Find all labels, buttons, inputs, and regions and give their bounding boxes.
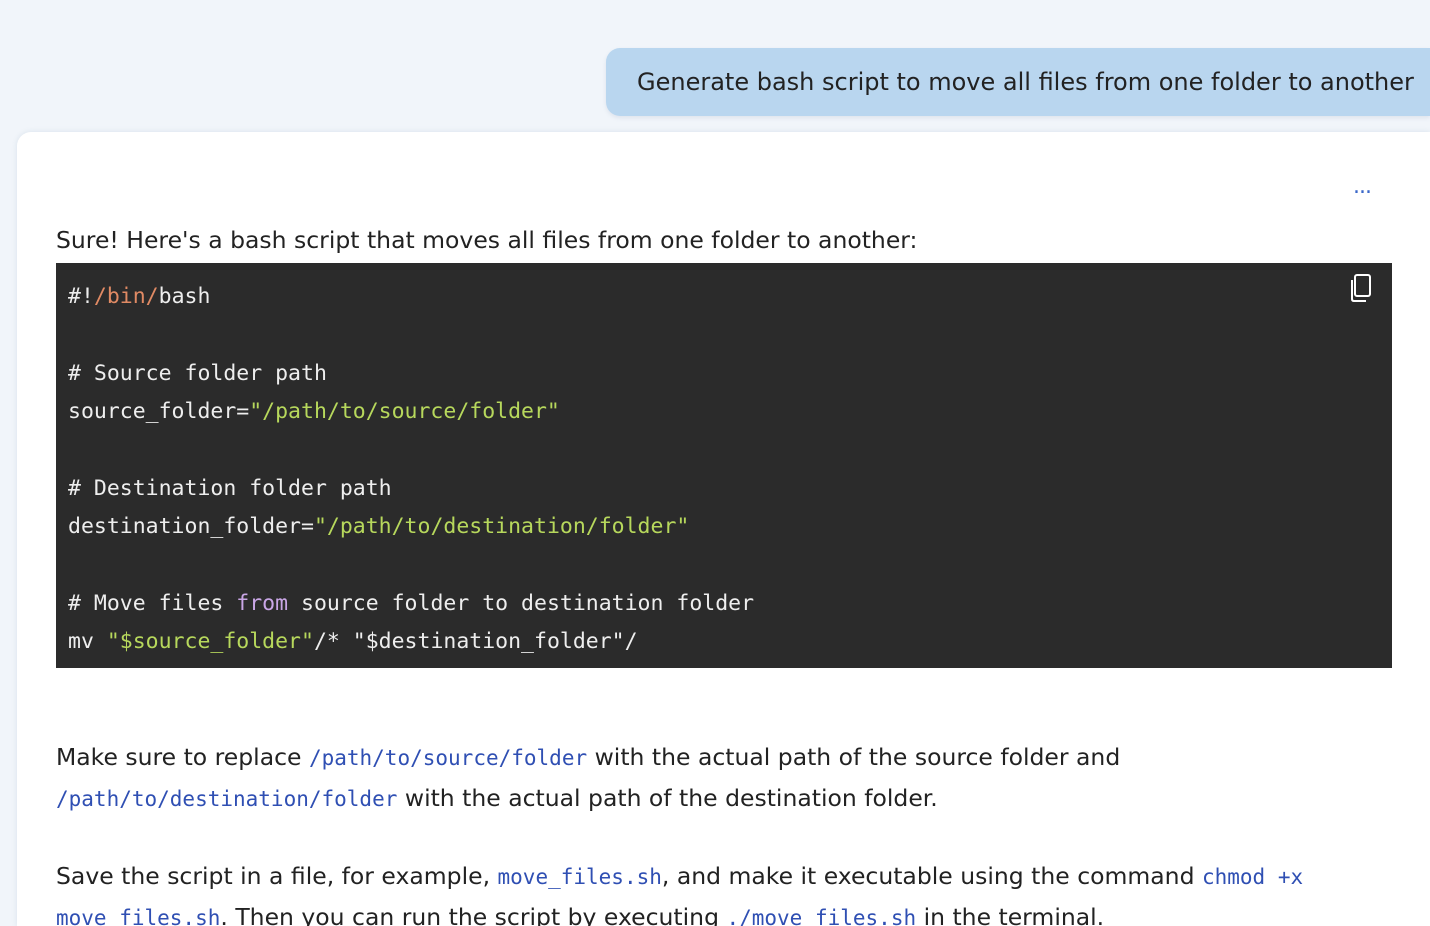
code-line: destination_folder="/path/to/destination… [68,508,754,546]
inline-code: /path/to/destination/folder [56,787,398,811]
assistant-intro-text: Sure! Here's a bash script that moves al… [56,226,918,254]
paragraph-line: Save the script in a file, for example, … [56,856,1303,897]
code-token: from [236,590,289,616]
code-token: source_folder= [68,398,250,424]
inline-code: move_files.sh [56,906,221,926]
explanation-paragraph-1: Make sure to replace /path/to/source/fol… [56,737,1120,819]
code-token: "$source_folder" [106,628,314,654]
assistant-message-card: ... Sure! Here's a bash script that move… [17,132,1430,926]
user-message-bubble: Generate bash script to move all files f… [606,48,1430,116]
code-token: /* "$destination_folder"/ [313,628,638,654]
code-block: #!/bin/bash # Source folder path source_fo… [56,263,1392,668]
code-line: mv "$source_folder"/* "$destination_fold… [68,623,754,661]
text-span: in the terminal. [916,903,1105,926]
code-token: #! [68,284,94,309]
text-span: , and make it executable using the comma… [661,862,1202,890]
inline-code: /path/to/source/folder [308,746,588,770]
code-token: "/path/to/destination/folder" [313,513,690,539]
code-token: /bin/ [93,284,159,309]
text-span: with the actual path of the source folde… [587,743,1121,771]
code-line: # Move files from source folder to desti… [68,585,754,623]
code-token: mv [68,628,107,654]
code-line: source_folder="/path/to/source/folder" [68,393,754,431]
copy-code-button[interactable] [1346,271,1376,307]
code-token: "/path/to/source/folder" [249,398,560,424]
more-icon: ... [1353,174,1372,199]
paragraph-line: Make sure to replace /path/to/source/fol… [56,737,1120,778]
code-line: # Source folder path [68,355,754,393]
code-token: bash [158,284,211,309]
more-options-button[interactable]: ... [1350,176,1374,200]
explanation-paragraph-2: Save the script in a file, for example, … [56,856,1303,926]
code-token: # Move files [68,590,237,616]
text-span: . Then you can run the script by executi… [220,903,727,926]
user-message-text: Generate bash script to move all files f… [637,68,1414,96]
copy-icon [1351,274,1371,302]
text-span: with the actual path of the destination … [397,784,938,812]
text-span: Save the script in a file, for example, [56,862,498,890]
text-span: Make sure to replace [56,743,309,771]
code-line: #!/bin/bash [68,278,754,316]
code-token: # Source folder path [68,360,327,386]
paragraph-line: move_files.sh. Then you can run the scri… [56,897,1303,926]
inline-code: move_files.sh [497,865,662,889]
code-line: # Destination folder path [68,470,754,508]
paragraph-line: /path/to/destination/folder with the act… [56,778,1120,819]
code-content: #!/bin/bash # Source folder path source_fo… [68,278,754,661]
code-token: source folder to destination folder [288,590,755,616]
inline-code: chmod +x [1201,865,1304,889]
code-token: destination_folder= [68,513,314,539]
code-token: # Destination folder path [68,475,392,501]
inline-code: ./move_files.sh [726,906,917,926]
